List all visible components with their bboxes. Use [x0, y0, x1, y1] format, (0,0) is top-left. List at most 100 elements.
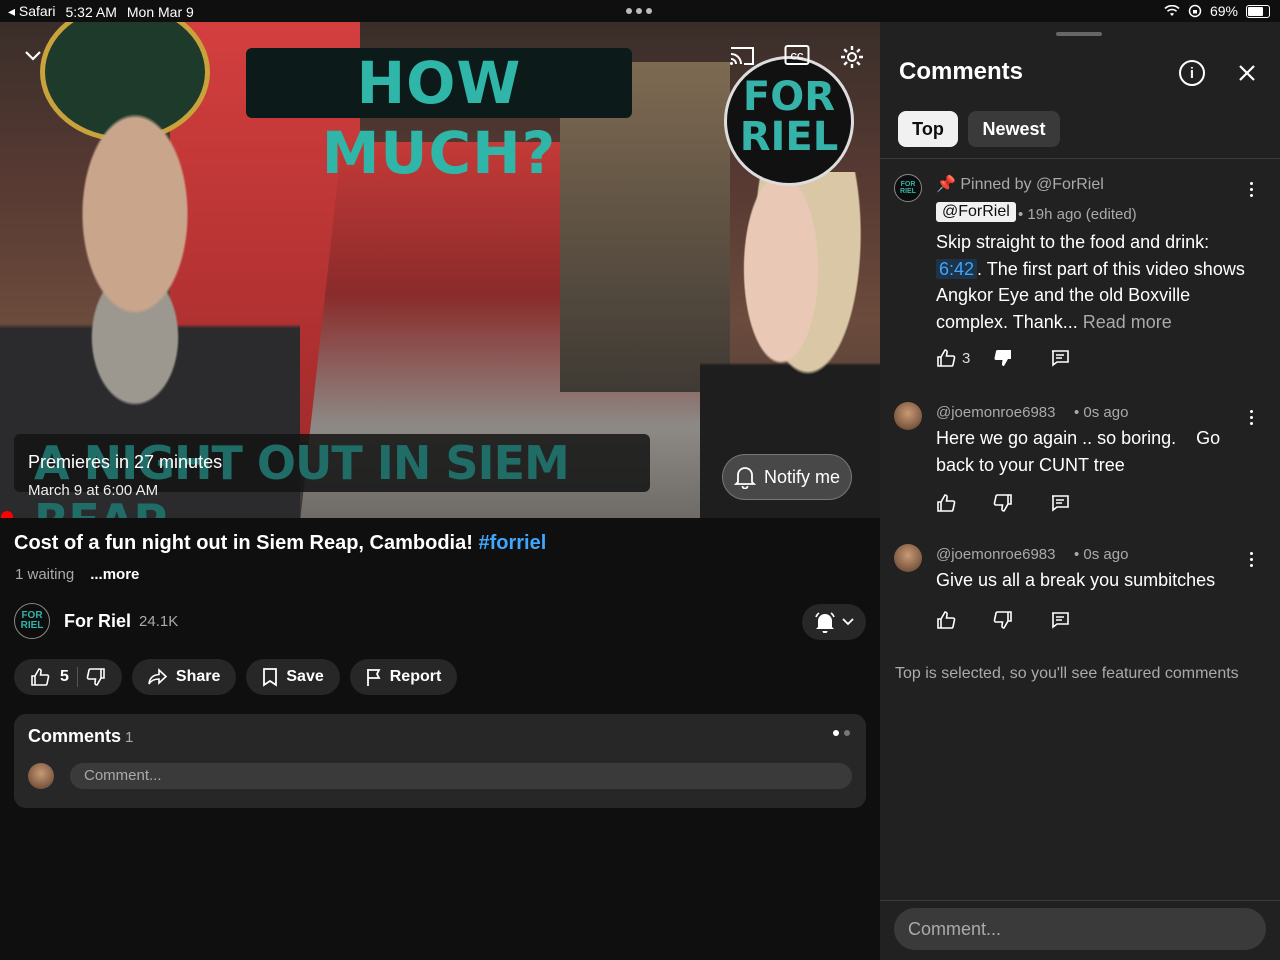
minimize-chevron-icon[interactable] — [22, 44, 44, 66]
comment-dislike-button[interactable] — [993, 348, 1050, 368]
comment-actions: 3 — [936, 348, 1107, 368]
svg-text:CC: CC — [791, 52, 804, 62]
video-title: Cost of a fun night out in Siem Reap, Ca… — [14, 532, 547, 554]
thumbs-up-icon — [936, 610, 956, 630]
comment-meta: • 19h ago (edited) — [1018, 206, 1137, 223]
pin-icon: 📌 — [936, 176, 956, 193]
comment-like-button[interactable] — [936, 610, 993, 630]
chevron-down-icon — [842, 618, 854, 626]
comment-avatar[interactable] — [894, 402, 922, 430]
thumbs-down-icon — [86, 667, 106, 687]
thumbs-up-icon — [30, 667, 50, 687]
battery-icon — [1246, 4, 1270, 18]
comment-like-button[interactable] — [936, 493, 993, 513]
like-button[interactable]: 5 — [30, 667, 69, 687]
timestamp-link[interactable]: 6:42 — [936, 258, 978, 279]
comment-like-button[interactable]: 3 — [936, 348, 993, 368]
like-dislike-pill: 5 — [14, 659, 122, 695]
comment-author[interactable]: @joemonroe6983 — [936, 404, 1055, 421]
video-meta[interactable]: 1 waiting ...more — [15, 566, 139, 583]
comment-input[interactable]: Comment... — [70, 763, 852, 789]
thumbs-up-icon — [936, 493, 956, 513]
comment-like-count: 3 — [962, 349, 971, 367]
status-date: Mon Mar 9 — [126, 3, 194, 20]
subscription-bell-button[interactable] — [802, 604, 866, 640]
settings-gear-icon[interactable] — [839, 44, 865, 70]
more-link[interactable]: ...more — [90, 566, 139, 583]
status-bar: ◂ Safari 5:32 AM Mon Mar 9 69% — [0, 0, 1280, 22]
reply-icon — [1050, 610, 1070, 630]
comments-panel: Comments i Top Newest FOR RIEL 📌 Pinned b… — [880, 22, 1280, 960]
flag-icon — [366, 667, 382, 687]
drag-handle[interactable] — [1056, 32, 1102, 36]
comment-author[interactable]: @joemonroe6983 — [936, 546, 1055, 563]
channel-name[interactable]: For Riel — [64, 611, 131, 632]
tab-newest[interactable]: Newest — [968, 111, 1060, 147]
status-time: 5:32 AM — [65, 3, 117, 20]
comment-meta: • 0s ago — [1074, 404, 1129, 421]
thumbs-down-icon — [993, 610, 1013, 630]
more-options-icon[interactable] — [1250, 552, 1254, 570]
progress-scrubber[interactable] — [1, 511, 13, 518]
thumbs-up-icon — [936, 348, 956, 368]
comment-dislike-button[interactable] — [993, 610, 1050, 630]
comments-card-title: Comments 1 — [28, 726, 134, 746]
action-bar: 5 Share Save Report — [14, 659, 458, 695]
more-options-icon[interactable] — [1250, 182, 1254, 200]
save-label: Save — [286, 668, 324, 685]
video-player[interactable]: HOW MUCH? FORRIEL A NIGHT OUT IN SIEM RE… — [0, 22, 880, 518]
orientation-lock-icon — [1188, 4, 1202, 18]
report-label: Report — [389, 668, 442, 685]
dislike-button[interactable] — [86, 667, 106, 687]
comment-text: Give us all a break you sumbitches — [936, 570, 1216, 590]
thumbnail-logo: FOR RIEL — [724, 56, 854, 186]
multitasking-dots[interactable] — [626, 8, 652, 14]
user-avatar — [28, 763, 54, 789]
comment-dislike-button[interactable] — [993, 493, 1050, 513]
thumbs-down-filled-icon — [993, 348, 1013, 368]
like-count: 5 — [60, 668, 69, 685]
info-icon[interactable]: i — [1179, 60, 1205, 86]
channel-avatar[interactable]: FOR RIEL — [14, 603, 50, 639]
divider — [880, 158, 1280, 159]
panel-title: Comments — [899, 58, 1024, 85]
back-app-link[interactable]: ◂ Safari — [8, 3, 56, 20]
comment-actions — [936, 610, 1107, 630]
save-button[interactable]: Save — [246, 659, 340, 695]
report-button[interactable]: Report — [349, 659, 458, 695]
comment-text: Skip straight to the food and drink: 6:4… — [936, 232, 1245, 332]
comment-reply-button[interactable] — [1050, 610, 1107, 630]
comment-reply-button[interactable] — [1050, 493, 1107, 513]
read-more-link[interactable]: Read more — [1083, 312, 1172, 332]
share-button[interactable]: Share — [131, 659, 237, 695]
divider — [76, 667, 78, 687]
channel-row[interactable]: FOR RIEL For Riel 24.1K — [14, 603, 178, 639]
bookmark-icon — [262, 667, 278, 687]
subscriber-count: 24.1K — [139, 612, 179, 630]
wifi-icon — [1164, 5, 1180, 17]
thumbs-down-icon — [993, 493, 1013, 513]
cast-icon[interactable] — [728, 44, 756, 68]
tab-top[interactable]: Top — [898, 111, 958, 147]
comment-author[interactable]: @ForRiel — [936, 202, 1016, 222]
share-icon — [148, 668, 168, 686]
comment-avatar[interactable] — [894, 544, 922, 572]
reply-icon — [1050, 493, 1070, 513]
bell-ringing-icon — [814, 611, 836, 633]
comments-teaser-card[interactable]: Comments 1 Comment... — [14, 714, 866, 808]
reply-icon — [1050, 348, 1070, 368]
premiere-countdown: Premieres in 27 minutes — [28, 452, 223, 472]
close-icon[interactable] — [1234, 60, 1260, 86]
waiting-count: 1 waiting — [15, 566, 75, 583]
more-options-icon[interactable] — [1250, 410, 1254, 428]
hashtag-link[interactable]: #forriel — [478, 532, 546, 554]
panel-comment-input[interactable]: Comment... — [894, 908, 1266, 950]
comment-text: Here we go again .. so boring. Go back t… — [936, 428, 1226, 475]
notify-me-button[interactable]: Notify me — [722, 454, 852, 500]
comment-reply-button[interactable] — [1050, 348, 1107, 368]
comment-meta: • 0s ago — [1074, 546, 1129, 563]
comment-avatar[interactable]: FOR RIEL — [894, 174, 922, 202]
premiere-date: March 9 at 6:00 AM — [28, 482, 159, 499]
closed-captions-icon[interactable]: CC — [784, 44, 810, 66]
divider — [880, 900, 1280, 901]
